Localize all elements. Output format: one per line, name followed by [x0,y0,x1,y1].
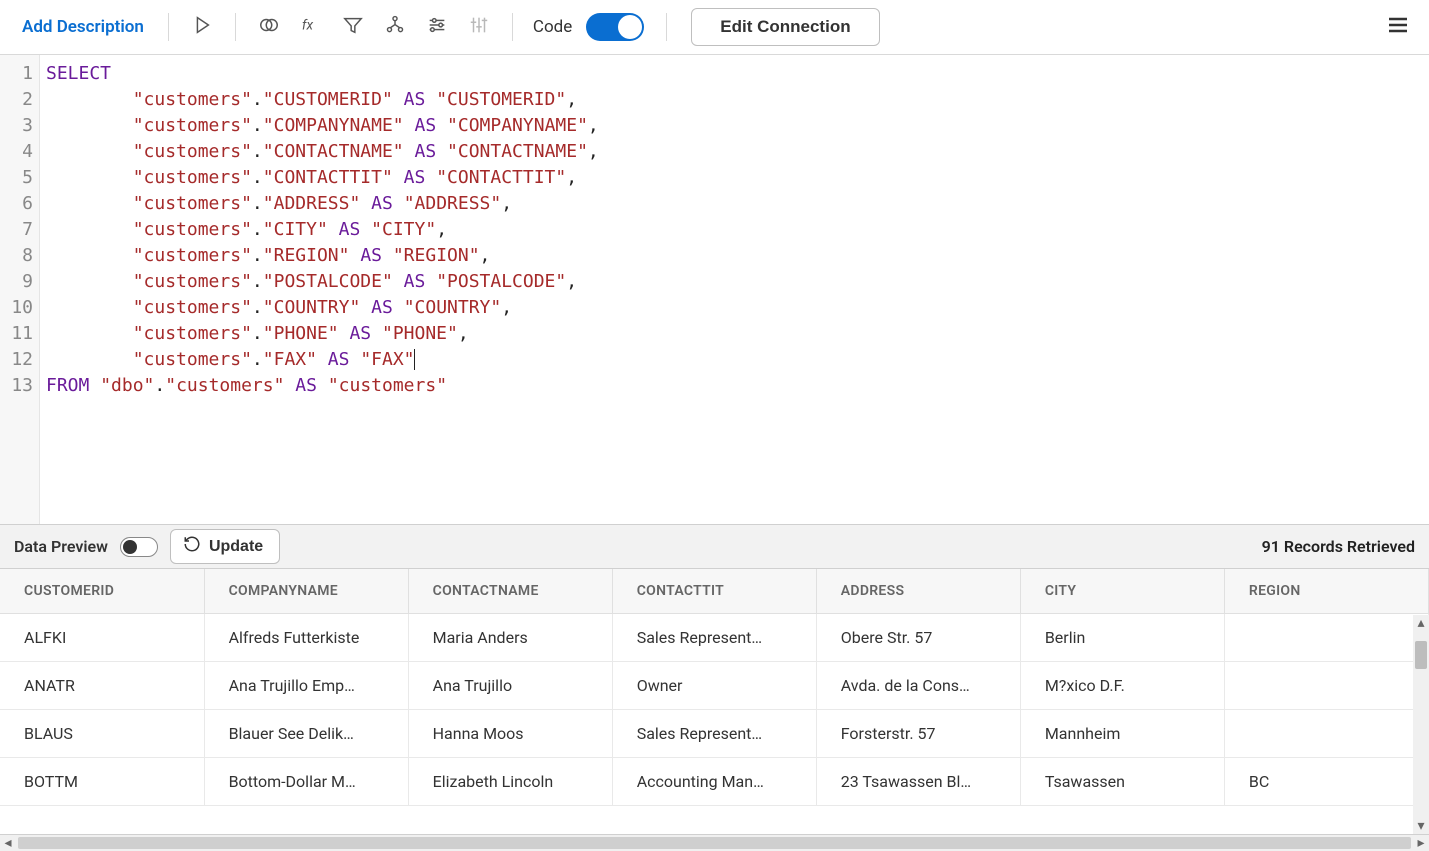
join-button[interactable] [250,8,288,46]
toggle-knob [618,15,642,39]
column-header[interactable]: CONTACTNAME [408,569,612,614]
equalizer-icon [468,14,490,40]
table-cell: Owner [612,662,816,710]
table-cell: Accounting Man… [612,758,816,806]
menu-button[interactable] [1379,8,1417,46]
table-cell: 23 Tsawassen Bl… [816,758,1020,806]
table-cell [1224,710,1428,758]
table-cell: Ana Trujillo Emp… [204,662,408,710]
table-cell: Mannheim [1020,710,1224,758]
filter-icon [342,14,364,40]
update-label: Update [209,538,263,556]
toolbar-separator [512,13,513,41]
join-icon [258,14,280,40]
vertical-scrollbar[interactable]: ▴ ▾ [1413,615,1429,834]
scroll-up-icon[interactable]: ▴ [1413,615,1429,631]
hamburger-icon [1386,13,1410,41]
table-cell: M?xico D.F. [1020,662,1224,710]
table-row[interactable]: BLAUSBlauer See Delik…Hanna MoosSales Re… [0,710,1429,758]
column-header[interactable]: COMPANYNAME [204,569,408,614]
table-cell: Sales Represent… [612,614,816,662]
table-cell: Obere Str. 57 [816,614,1020,662]
add-description-link[interactable]: Add Description [12,11,154,43]
hierarchy-icon [384,14,406,40]
toolbar-separator [168,13,169,41]
table-row[interactable]: ANATRAna Trujillo Emp…Ana TrujilloOwnerA… [0,662,1429,710]
hierarchy-button[interactable] [376,8,414,46]
scroll-left-icon[interactable]: ◂ [0,835,16,851]
table-cell: Avda. de la Cons… [816,662,1020,710]
code-label: Code [533,17,572,37]
sql-code[interactable]: SELECT "customers"."CUSTOMERID" AS "CUST… [40,55,1429,524]
records-retrieved-label: 91 Records Retrieved [1262,537,1415,556]
column-header[interactable]: CITY [1020,569,1224,614]
sql-editor[interactable]: 12345678910111213 SELECT "customers"."CU… [0,55,1429,524]
code-toggle[interactable] [586,13,644,41]
table-cell: Ana Trujillo [408,662,612,710]
table-cell: BOTTM [0,758,204,806]
column-header[interactable]: ADDRESS [816,569,1020,614]
table-cell: Tsawassen [1020,758,1224,806]
results-table-wrap: CUSTOMERIDCOMPANYNAMECONTACTNAMECONTACTT… [0,569,1429,835]
play-icon [191,14,213,40]
column-header[interactable]: REGION [1224,569,1428,614]
settings-button[interactable] [418,8,456,46]
toolbar-separator [666,13,667,41]
scroll-down-icon[interactable]: ▾ [1413,818,1429,834]
preview-toggle[interactable] [120,537,158,557]
line-numbers: 12345678910111213 [0,55,40,524]
table-row[interactable]: BOTTMBottom-Dollar M…Elizabeth LincolnAc… [0,758,1429,806]
table-header-row: CUSTOMERIDCOMPANYNAMECONTACTNAMECONTACTT… [0,569,1429,614]
scroll-right-icon[interactable]: ▸ [1413,835,1429,851]
table-cell [1224,614,1428,662]
toolbar: Add Description fx Co [0,0,1429,55]
table-cell: Berlin [1020,614,1224,662]
horizontal-scrollbar[interactable]: ◂ ▸ [0,835,1429,851]
table-cell: Blauer See Delik… [204,710,408,758]
column-header[interactable]: CONTACTTIT [612,569,816,614]
table-cell: BC [1224,758,1428,806]
function-button[interactable]: fx [292,8,330,46]
table-cell [1224,662,1428,710]
edit-connection-button[interactable]: Edit Connection [691,8,879,46]
table-cell: BLAUS [0,710,204,758]
table-row[interactable]: ALFKIAlfreds FutterkisteMaria AndersSale… [0,614,1429,662]
table-cell: Hanna Moos [408,710,612,758]
toolbar-separator [235,13,236,41]
table-cell: Forsterstr. 57 [816,710,1020,758]
sliders-icon [426,14,448,40]
column-header[interactable]: CUSTOMERID [0,569,204,614]
fx-icon: fx [300,14,322,40]
scrollbar-thumb[interactable] [18,837,1411,849]
table-cell: Sales Represent… [612,710,816,758]
preview-bar: Data Preview Update 91 Records Retrieved [0,524,1429,569]
equalizer-button [460,8,498,46]
table-cell: ANATR [0,662,204,710]
table-cell: Alfreds Futterkiste [204,614,408,662]
table-cell: ALFKI [0,614,204,662]
data-preview-label: Data Preview [14,537,108,556]
results-table: CUSTOMERIDCOMPANYNAMECONTACTNAMECONTACTT… [0,569,1429,806]
table-cell: Maria Anders [408,614,612,662]
refresh-icon [183,535,201,558]
table-body: ALFKIAlfreds FutterkisteMaria AndersSale… [0,614,1429,806]
update-button[interactable]: Update [170,529,280,564]
toggle-knob [123,540,137,554]
table-cell: Elizabeth Lincoln [408,758,612,806]
filter-button[interactable] [334,8,372,46]
table-cell: Bottom-Dollar M… [204,758,408,806]
svg-text:fx: fx [302,18,314,34]
scrollbar-thumb[interactable] [1415,641,1427,669]
run-button[interactable] [183,8,221,46]
